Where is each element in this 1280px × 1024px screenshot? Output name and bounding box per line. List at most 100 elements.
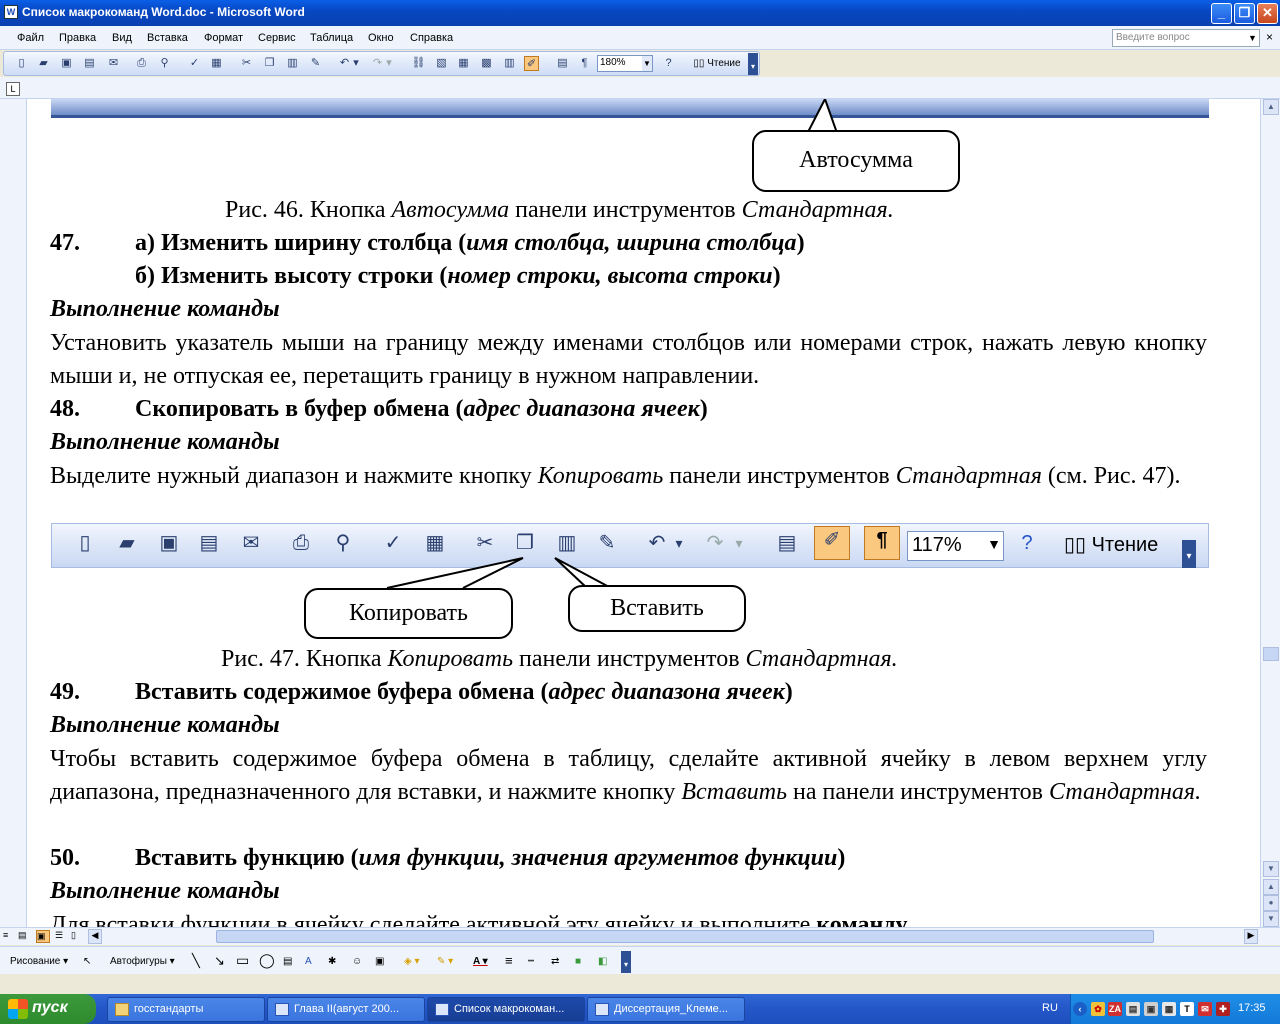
tray-expand-icon[interactable]: ‹ bbox=[1073, 1002, 1087, 1016]
menu-tools[interactable]: Сервис bbox=[258, 32, 296, 44]
research-icon[interactable]: ▦ bbox=[209, 56, 224, 71]
scroll-right-icon[interactable]: ▶ bbox=[1244, 929, 1258, 944]
undo-icon[interactable]: ↶ bbox=[337, 56, 352, 71]
tab-selector[interactable]: L bbox=[6, 82, 20, 96]
rectangle-icon[interactable]: ▭ bbox=[236, 952, 249, 969]
shadow-style-icon[interactable]: ■ bbox=[575, 956, 581, 967]
clipart-icon[interactable]: ☺ bbox=[352, 956, 362, 967]
textbox-icon[interactable]: ▤ bbox=[283, 956, 292, 967]
outline-view-icon[interactable]: ☰ bbox=[55, 930, 67, 942]
font-color-icon[interactable]: A ▾ bbox=[473, 956, 488, 967]
select-objects-icon[interactable]: ↖ bbox=[83, 956, 91, 967]
line-style-icon[interactable]: ≡ bbox=[505, 953, 513, 968]
dash-style-icon[interactable]: ┅ bbox=[528, 956, 534, 967]
menu-view[interactable]: Вид bbox=[112, 32, 132, 44]
scroll-down-icon[interactable]: ▼ bbox=[1263, 861, 1279, 877]
oval-icon[interactable]: ◯ bbox=[259, 952, 275, 969]
tables-borders-icon[interactable]: ▧ bbox=[434, 56, 449, 71]
drawing-toolbar-options-icon[interactable]: ▾ bbox=[621, 951, 631, 973]
help-icon[interactable]: ? bbox=[661, 56, 676, 71]
print-layout-view-icon[interactable]: ▣ bbox=[36, 930, 50, 943]
toolbar-options-icon[interactable]: ▾ bbox=[748, 53, 758, 75]
line-icon[interactable]: ╲ bbox=[192, 953, 200, 969]
hyperlink-icon[interactable]: ⛓ bbox=[411, 56, 426, 71]
insert-table-icon[interactable]: ▦ bbox=[456, 56, 471, 71]
drawing-menu[interactable]: Рисование ▾ bbox=[10, 956, 68, 967]
open-icon[interactable]: ▰ bbox=[36, 56, 51, 71]
cut-icon[interactable]: ✂ bbox=[239, 56, 254, 71]
autoshapes-menu[interactable]: Автофигуры ▾ bbox=[110, 956, 175, 967]
document-page[interactable]: Автосумма Рис. 46. Кнопка Автосумма пане… bbox=[27, 99, 1260, 927]
fig-format-painter-icon: ✎ bbox=[598, 532, 616, 554]
tray-network-icon[interactable]: ▦ bbox=[1162, 1002, 1176, 1016]
wordart-icon[interactable]: A bbox=[305, 956, 312, 967]
task-spisok-makrokomand[interactable]: Список макрокоман... bbox=[427, 997, 585, 1022]
task-glava-ii[interactable]: Глава II(август 200... bbox=[267, 997, 425, 1022]
next-page-icon[interactable]: ▼ bbox=[1263, 911, 1279, 927]
horizontal-scroll-thumb[interactable] bbox=[216, 930, 1154, 943]
show-hide-icon[interactable]: ¶ bbox=[577, 56, 592, 71]
menu-edit[interactable]: Правка bbox=[59, 32, 96, 44]
language-indicator[interactable]: RU bbox=[1042, 1002, 1058, 1014]
picture-icon[interactable]: ▣ bbox=[375, 956, 384, 967]
select-browse-object-icon[interactable]: ● bbox=[1263, 895, 1279, 911]
clock[interactable]: 17:35 bbox=[1238, 1002, 1266, 1014]
menu-format[interactable]: Формат bbox=[204, 32, 243, 44]
permission-icon[interactable]: ▤ bbox=[82, 56, 97, 71]
document-map-icon[interactable]: ▤ bbox=[555, 56, 570, 71]
email-icon[interactable]: ✉ bbox=[106, 56, 121, 71]
document-close-icon[interactable]: × bbox=[1266, 30, 1273, 44]
diagram-icon[interactable]: ✱ bbox=[328, 956, 336, 967]
fill-color-icon[interactable]: ◈ ▾ bbox=[404, 956, 420, 967]
arrow-style-icon[interactable]: ⇄ bbox=[551, 956, 559, 967]
web-view-icon[interactable]: ▤ bbox=[18, 930, 30, 942]
zoom-select[interactable]: 180% ▼ bbox=[597, 55, 653, 72]
copy-icon[interactable]: ❐ bbox=[262, 56, 277, 71]
task-folder-gosstandarty[interactable]: госстандарты bbox=[107, 997, 265, 1022]
save-icon[interactable]: ▣ bbox=[59, 56, 74, 71]
tray-app-icon[interactable]: ✿ bbox=[1091, 1002, 1105, 1016]
task-dissertatsiya[interactable]: Диссертация_Клеме... bbox=[587, 997, 745, 1022]
tray-text-icon[interactable]: T bbox=[1180, 1002, 1194, 1016]
columns-icon[interactable]: ▥ bbox=[502, 56, 517, 71]
menu-help[interactable]: Справка bbox=[410, 32, 453, 44]
scroll-up-icon[interactable]: ▲ bbox=[1263, 99, 1279, 115]
ask-dropdown-icon[interactable]: ▼ bbox=[1246, 30, 1259, 46]
zoom-dropdown-icon[interactable]: ▼ bbox=[642, 56, 652, 71]
format-painter-icon[interactable]: ✎ bbox=[308, 56, 323, 71]
arrow-icon[interactable]: ↘ bbox=[214, 953, 225, 969]
minimize-button[interactable]: _ bbox=[1211, 3, 1232, 24]
tray-za-icon[interactable]: ZA bbox=[1108, 1002, 1122, 1016]
insert-excel-icon[interactable]: ▩ bbox=[479, 56, 494, 71]
redo-dropdown-icon[interactable]: ▾ bbox=[385, 56, 393, 71]
menu-insert[interactable]: Вставка bbox=[147, 32, 188, 44]
3d-style-icon[interactable]: ◧ bbox=[598, 956, 607, 967]
print-icon[interactable]: ⎙ bbox=[134, 56, 149, 71]
menu-file[interactable]: Файл bbox=[17, 32, 44, 44]
redo-icon[interactable]: ↷ bbox=[370, 56, 385, 71]
tray-clipboard-icon[interactable]: ▤ bbox=[1126, 1002, 1140, 1016]
tray-shield-icon[interactable]: ✚ bbox=[1216, 1002, 1230, 1016]
reading-view-icon[interactable]: ▯ bbox=[71, 930, 83, 942]
reading-mode-button[interactable]: ▯▯ Чтение bbox=[686, 56, 748, 71]
menu-window[interactable]: Окно bbox=[368, 32, 394, 44]
normal-view-icon[interactable]: ≡ bbox=[3, 930, 15, 942]
tray-antivirus-icon[interactable]: ✉ bbox=[1198, 1002, 1212, 1016]
menu-table[interactable]: Таблица bbox=[310, 32, 353, 44]
word-app-icon[interactable]: W bbox=[4, 5, 18, 19]
print-preview-icon[interactable]: ⚲ bbox=[157, 56, 172, 71]
vertical-scrollbar[interactable]: ▲ ▼ ▲ ● ▼ bbox=[1260, 99, 1280, 927]
tray-monitor-icon[interactable]: ▣ bbox=[1144, 1002, 1158, 1016]
new-document-icon[interactable]: ▯ bbox=[14, 56, 29, 71]
undo-dropdown-icon[interactable]: ▾ bbox=[352, 56, 360, 71]
scroll-thumb[interactable] bbox=[1263, 647, 1279, 661]
previous-page-icon[interactable]: ▲ bbox=[1263, 879, 1279, 895]
close-button[interactable]: ✕ bbox=[1257, 3, 1278, 24]
drawing-icon[interactable]: ✐ bbox=[524, 56, 539, 71]
scroll-left-icon[interactable]: ◀ bbox=[88, 929, 102, 944]
ask-question-input[interactable]: Введите вопрос bbox=[1112, 29, 1260, 47]
maximize-button[interactable]: ❐ bbox=[1234, 3, 1255, 24]
line-color-icon[interactable]: ✎ ▾ bbox=[437, 956, 453, 967]
spelling-icon[interactable]: ✓ bbox=[187, 56, 202, 71]
paste-icon[interactable]: ▥ bbox=[285, 56, 300, 71]
